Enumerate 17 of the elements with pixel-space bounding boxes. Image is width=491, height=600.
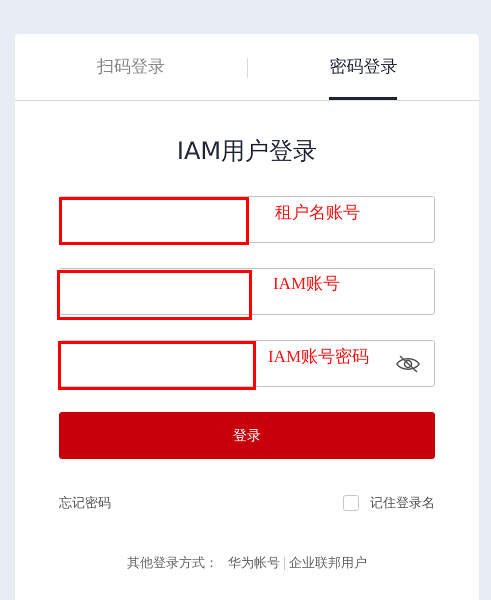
login-method-link[interactable]: 华为帐号 (228, 554, 280, 572)
login-method-link[interactable]: 企业联邦用户 (289, 554, 367, 572)
password-field[interactable] (59, 340, 435, 387)
tab[interactable]: 扫码登录 (96, 35, 165, 100)
other-login-label: 其他登录方式： (127, 555, 218, 572)
tab[interactable]: 密码登录 (329, 35, 398, 100)
form-title: IAM用户登录 (176, 136, 318, 167)
hidden-eye-icon[interactable] (396, 354, 420, 372)
login-button[interactable]: 登录 (59, 412, 435, 459)
annotation-label: IAM账号密码 (268, 346, 370, 368)
forgot-password-link[interactable]: 忘记密码 (59, 494, 111, 512)
input-field[interactable] (59, 196, 435, 243)
remember-checkbox[interactable] (343, 495, 359, 511)
remember-label: 记住登录名 (370, 495, 435, 512)
input-field[interactable] (59, 268, 435, 315)
annotation-label: 租户名账号 (275, 202, 360, 224)
annotation-label: IAM账号 (273, 273, 340, 295)
